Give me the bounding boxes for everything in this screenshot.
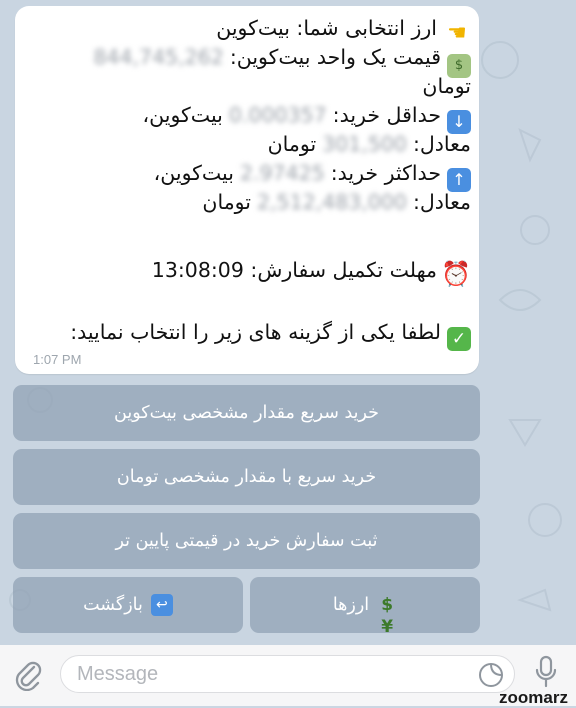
max-purchase-label: حداکثر خرید: (330, 161, 441, 185)
max-equivalent-label: معادل: (412, 190, 471, 214)
min-purchase-label: حداقل خرید: (332, 103, 441, 127)
quick-buy-toman-amount-label: خرید سریع با مقدار مشخصی تومان (116, 467, 377, 487)
unit-price-currency: تومان (422, 74, 471, 98)
unit-price-label: قیمت یک واحد بیت‌کوین: (229, 45, 441, 69)
max-equivalent-line: معادل:2,512,483,000تومان (21, 188, 479, 217)
min-equivalent-unit: تومان (267, 132, 317, 156)
message-input-bar: Message (0, 645, 576, 706)
quick-buy-toman-amount-button[interactable]: خرید سریع با مقدار مشخصی تومان (13, 449, 480, 505)
lower-price-order-label: ثبت سفارش خرید در قیمتی پایین تر (115, 531, 378, 551)
alarm-clock-icon: ⏰ (441, 260, 471, 288)
min-purchase-unit: بیت‌کوین، (142, 103, 223, 127)
max-equivalent-value: 2,512,483,000 (256, 190, 407, 214)
deadline-line: ⏰مهلت تکمیل سفارش: 13:08:09 (21, 256, 479, 286)
quick-buy-bitcoin-amount-button[interactable]: خرید سریع مقدار مشخصی بیت‌کوین (13, 385, 480, 441)
deadline-value: 13:08:09 (151, 258, 244, 282)
watermark-logo: zoomarz (499, 688, 568, 707)
selected-currency-line: ☚ارز انتخابی شما: بیت‌کوین (21, 14, 479, 46)
prompt-line: ✓لطفا یکی از گزینه های زیر را انتخاب نما… (21, 318, 479, 351)
max-purchase-unit: بیت‌کوین، (153, 161, 234, 185)
bot-message-bubble: ☚ارز انتخابی شما: بیت‌کوین $قیمت یک واحد… (15, 6, 479, 374)
max-purchase-value: 2.97425 (239, 161, 325, 185)
quick-buy-bitcoin-amount-label: خرید سریع مقدار مشخصی بیت‌کوین (114, 403, 379, 423)
currencies-button[interactable]: $¥ ارزها (250, 577, 480, 637)
min-equivalent-line: معادل:301,500تومان (21, 130, 479, 159)
lower-price-order-button[interactable]: ثبت سفارش خرید در قیمتی پایین تر (13, 513, 480, 569)
back-button[interactable]: ↩ بازگشت (13, 577, 243, 633)
prompt-text: لطفا یکی از گزینه های زیر را انتخاب نمای… (70, 320, 441, 344)
check-mark-icon: ✓ (447, 327, 471, 351)
message-time: 1:07 PM (33, 352, 82, 367)
unit-price-currency-line: تومان (21, 72, 479, 101)
back-label: بازگشت (83, 595, 143, 615)
unit-price-value: 844,745,262 (93, 45, 224, 69)
deadline-label: مهلت تکمیل سفارش: (250, 258, 437, 282)
back-arrow-icon: ↩ (150, 594, 173, 616)
min-equivalent-value: 301,500 (322, 132, 407, 156)
min-purchase-value: 0.000357 (228, 103, 327, 127)
message-input[interactable]: Message (60, 655, 515, 693)
message-placeholder: Message (77, 663, 159, 685)
paperclip-icon[interactable] (14, 659, 42, 695)
currencies-label: ارزها (332, 595, 370, 615)
currency-exchange-icon: $¥ (381, 595, 394, 637)
max-equivalent-unit: تومان (202, 190, 251, 214)
selected-currency-text: ارز انتخابی شما: بیت‌کوین (216, 16, 437, 40)
min-equivalent-label: معادل: (412, 132, 471, 156)
